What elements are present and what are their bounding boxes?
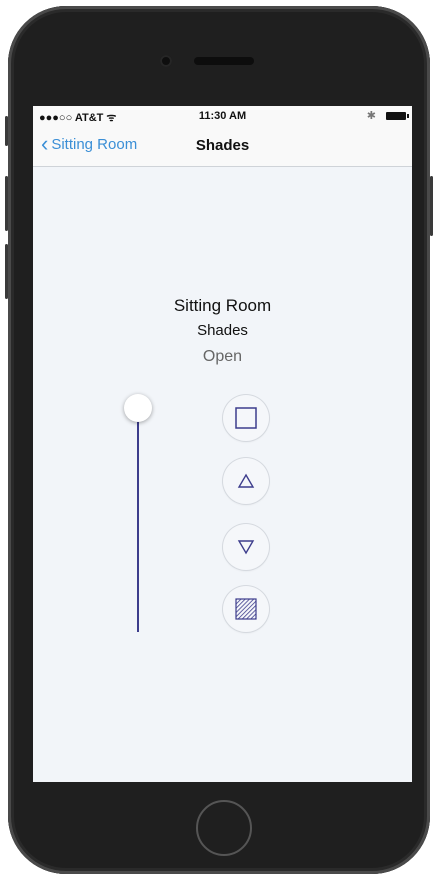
bluetooth-icon: ✱	[366, 110, 376, 122]
clock: 11:30 AM	[198, 110, 247, 122]
open-button[interactable]	[223, 395, 269, 441]
close-icon	[235, 598, 257, 620]
lower-button[interactable]	[223, 524, 269, 570]
home-button[interactable]	[196, 800, 252, 856]
raise-button[interactable]	[223, 458, 269, 504]
screen: ●●●○○ AT&T ᯤ 11:30 AM ✱ ‹ Sitting Room S…	[33, 106, 412, 782]
page-title: Shades	[195, 137, 250, 154]
raise-icon	[237, 473, 255, 488]
earpiece-speaker	[194, 57, 254, 65]
power-button	[430, 176, 433, 236]
room-name: Sitting Room	[173, 296, 272, 315]
volume-up-button	[5, 176, 8, 231]
close-button[interactable]	[223, 586, 269, 632]
device-state: Open	[202, 348, 243, 365]
lower-icon	[237, 540, 255, 555]
volume-down-button	[5, 244, 8, 299]
device-info: Sitting Room Shades Open	[33, 296, 412, 366]
device-name: Shades	[197, 322, 248, 339]
status-bar: ●●●○○ AT&T ᯤ 11:30 AM ✱	[33, 106, 412, 126]
shade-slider-knob[interactable]	[124, 394, 152, 422]
open-icon	[235, 407, 257, 429]
mute-switch	[5, 116, 8, 146]
navigation-bar: ‹ Sitting Room Shades	[33, 126, 412, 167]
battery-icon	[386, 112, 409, 120]
shade-slider-track[interactable]	[137, 406, 139, 632]
front-camera	[160, 55, 172, 67]
